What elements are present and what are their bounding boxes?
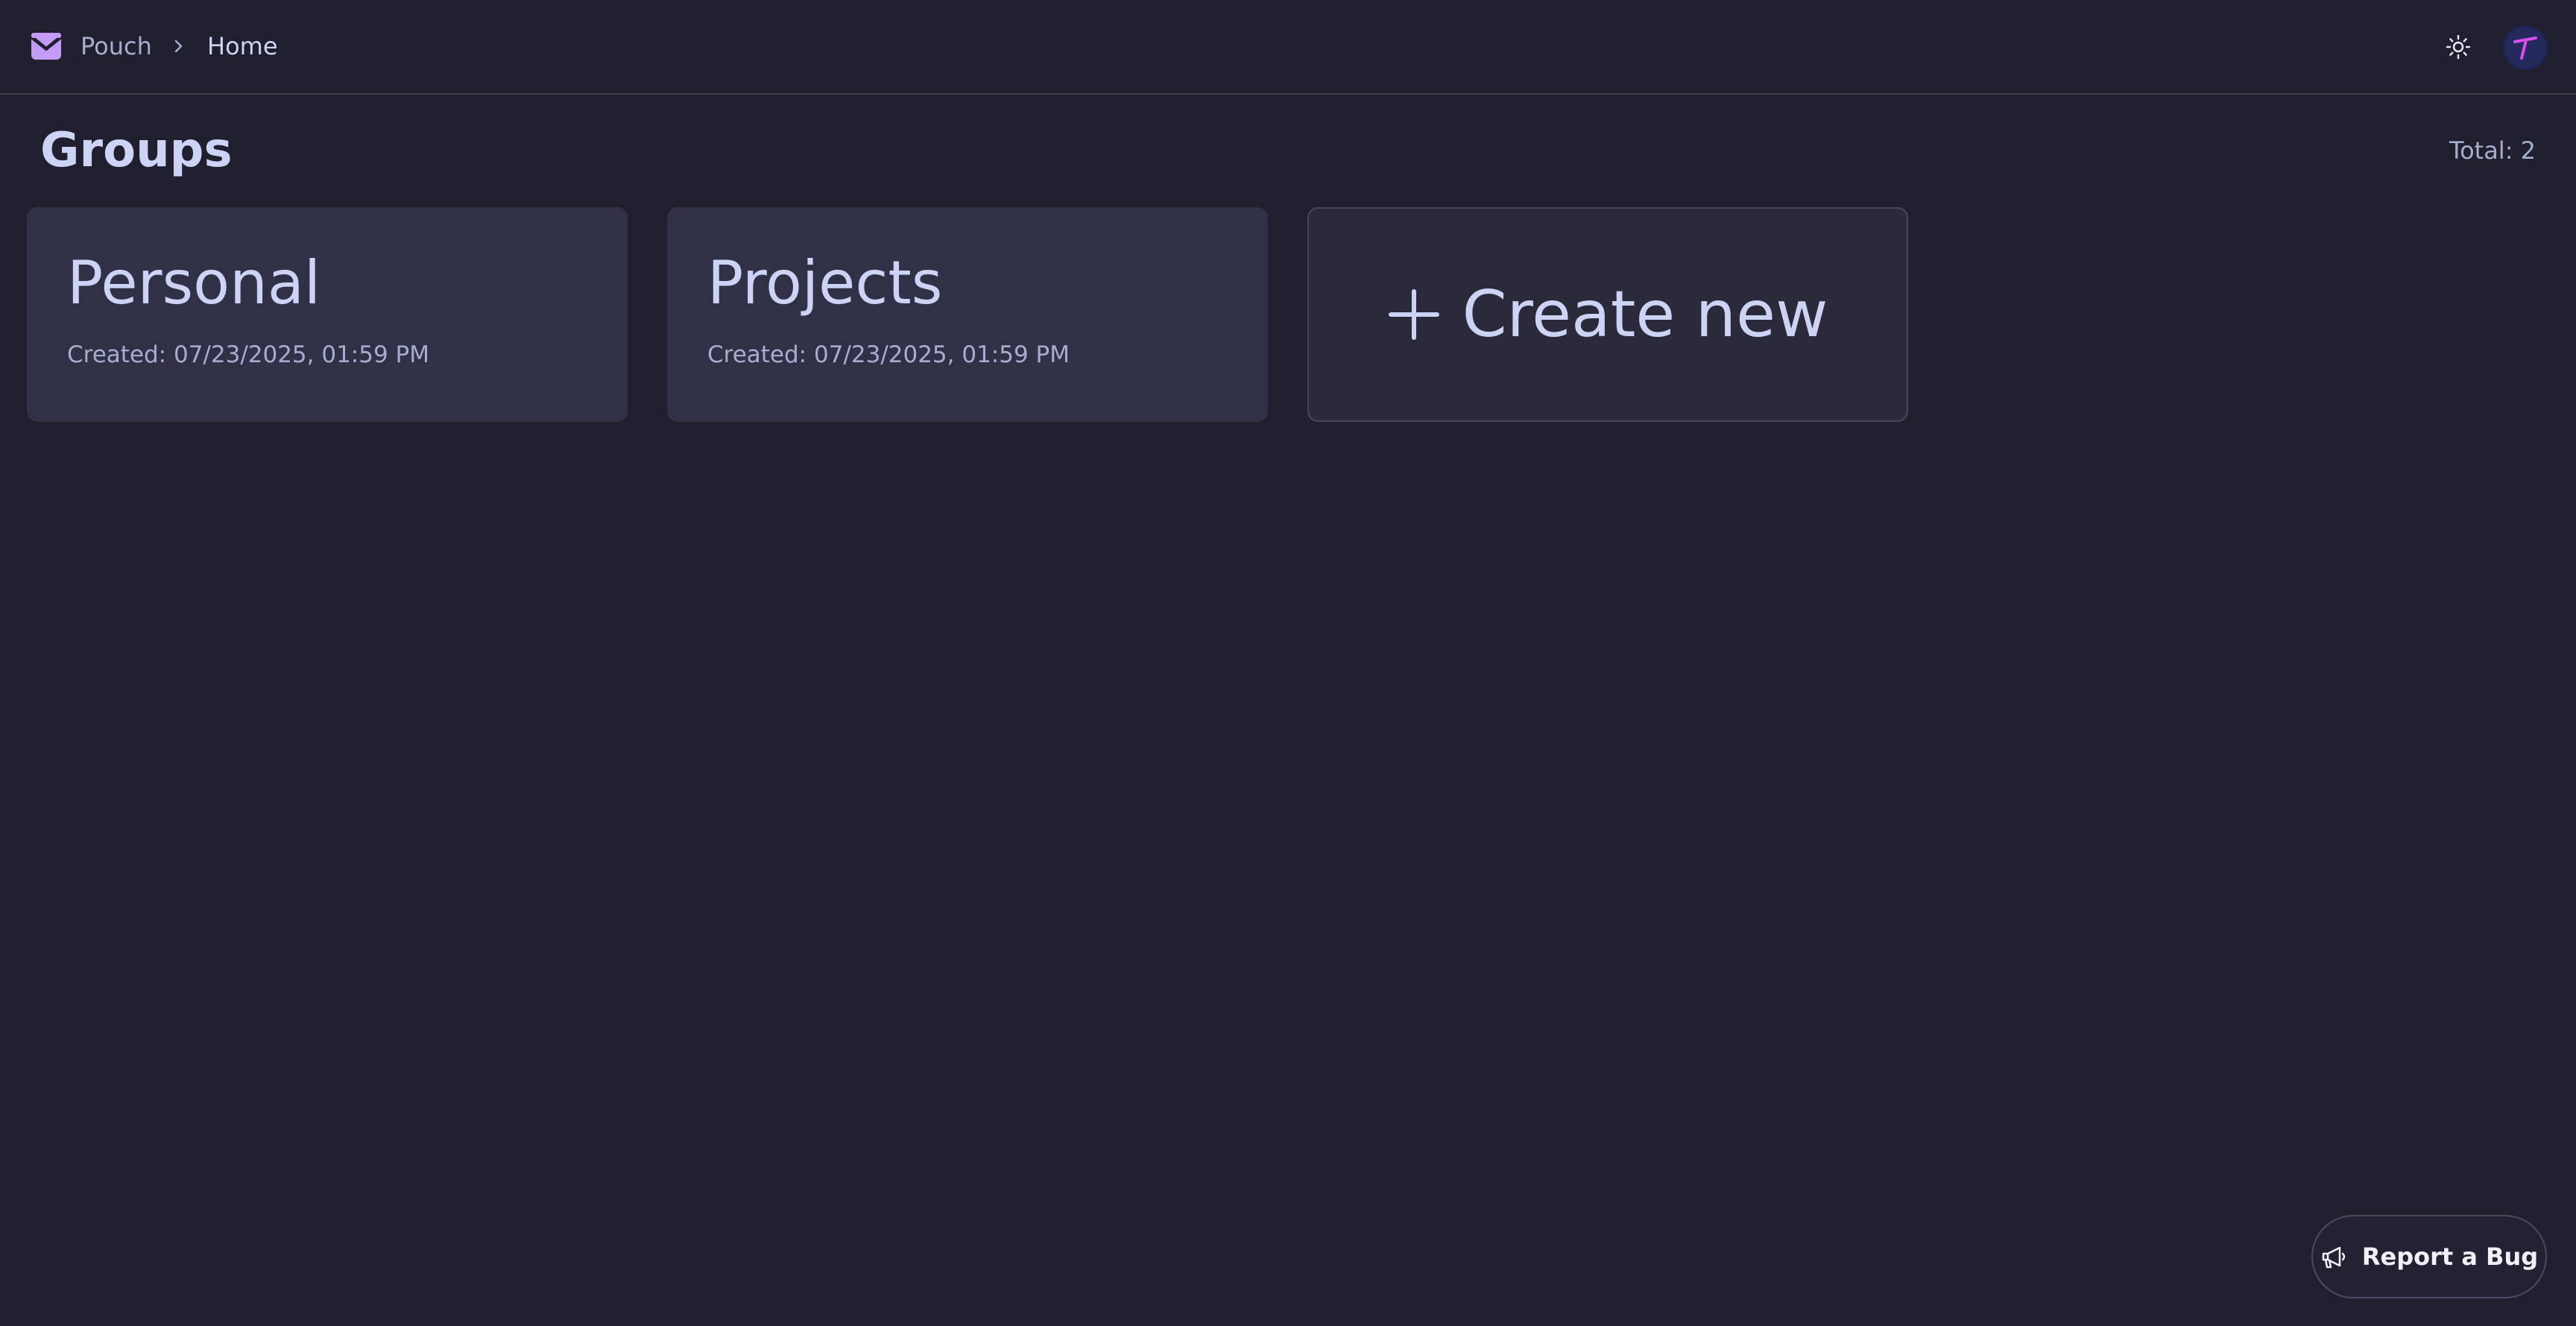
group-card-personal[interactable]: Personal Created: 07/23/2025, 01:59 PM [27,207,628,422]
page-title: Groups [40,123,233,178]
brand-link[interactable]: Pouch [80,30,152,63]
report-bug-button[interactable]: Report a Bug [2311,1215,2547,1298]
group-created-date: Created: 07/23/2025, 01:59 PM [707,341,1070,368]
total-count: Total: 2 [2449,136,2536,165]
plus-icon [1388,288,1440,341]
group-name: Projects [707,248,943,318]
envelope-icon[interactable] [30,31,63,61]
megaphone-icon [2320,1242,2350,1272]
group-name: Personal [67,248,321,318]
user-avatar[interactable] [2503,25,2548,70]
create-group-label: Create new [1462,277,1828,352]
breadcrumb-current[interactable]: Home [207,30,278,63]
group-card-projects[interactable]: Projects Created: 07/23/2025, 01:59 PM [667,207,1268,422]
sun-icon[interactable] [2442,31,2475,63]
chevron-right-icon [170,34,188,58]
create-group-content: Create new [1388,277,1828,352]
report-bug-label: Report a Bug [2361,1243,2539,1271]
create-group-button[interactable]: Create new [1307,207,1908,422]
top-bar: Pouch Home [0,0,2576,95]
group-created-date: Created: 07/23/2025, 01:59 PM [67,341,429,368]
